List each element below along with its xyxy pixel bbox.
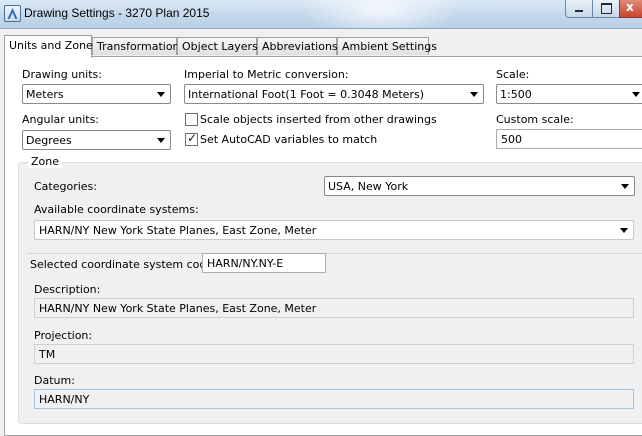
conversion-dropdown[interactable]: International Foot(1 Foot = 0.3048 Meter… <box>184 84 484 104</box>
tab-ambient-settings[interactable]: Ambient Settings <box>337 37 437 55</box>
tab-object-layers[interactable]: Object Layers <box>177 37 258 55</box>
scale-label: Scale: <box>496 68 530 81</box>
minimize-button[interactable] <box>565 0 593 18</box>
scale-objects-label[interactable]: Scale objects inserted from other drawin… <box>200 113 437 126</box>
categories-dropdown[interactable]: USA, New York <box>324 176 635 196</box>
chevron-down-icon <box>157 138 165 143</box>
scale-dropdown[interactable]: 1:500 <box>496 84 642 104</box>
conversion-value: International Foot(1 Foot = 0.3048 Meter… <box>188 88 424 101</box>
categories-label: Categories: <box>34 180 97 193</box>
available-systems-value: HARN/NY New York State Planes, East Zone… <box>39 224 317 237</box>
set-autocad-variables-checkbox[interactable]: ✓ <box>185 131 198 146</box>
chevron-down-icon <box>470 92 478 97</box>
angular-units-dropdown[interactable]: Degrees <box>22 130 171 150</box>
zone-legend: Zone <box>28 155 63 168</box>
zone-group <box>18 162 642 424</box>
title-bar-glow <box>300 0 460 28</box>
projection-label: Projection: <box>34 329 93 342</box>
conversion-label: Imperial to Metric conversion: <box>184 68 349 81</box>
projection-field: TM <box>34 344 634 364</box>
custom-scale-label: Custom scale: <box>496 113 574 126</box>
angular-units-label: Angular units: <box>22 113 100 126</box>
description-label: Description: <box>34 283 101 296</box>
autocad-app-icon[interactable] <box>4 5 21 22</box>
zone-separator <box>26 253 642 254</box>
description-field: HARN/NY New York State Planes, East Zone… <box>34 298 634 318</box>
minimize-icon <box>575 10 583 12</box>
available-systems-dropdown[interactable]: HARN/NY New York State Planes, East Zone… <box>34 220 634 240</box>
close-button[interactable]: x <box>619 0 642 18</box>
datum-label: Datum: <box>34 374 75 387</box>
window-title: Drawing Settings - 3270 Plan 2015 <box>24 6 210 20</box>
set-autocad-variables-label[interactable]: Set AutoCAD variables to match <box>200 133 377 146</box>
checkmark-icon: ✓ <box>187 131 198 145</box>
selected-code-input[interactable]: HARN/NY.NY-E <box>202 253 326 273</box>
tab-units-and-zone[interactable]: Units and Zone <box>4 35 93 58</box>
selected-code-value: HARN/NY.NY-E <box>207 257 284 270</box>
custom-scale-input[interactable]: 500 <box>496 129 642 149</box>
datum-value: HARN/NY <box>39 393 90 406</box>
tab-transformation[interactable]: Transformation <box>92 37 180 55</box>
chevron-down-icon <box>632 92 640 97</box>
chevron-down-icon <box>157 92 165 97</box>
categories-value: USA, New York <box>328 180 409 193</box>
selected-code-label: Selected coordinate system code: <box>30 258 217 271</box>
custom-scale-value: 500 <box>501 133 522 146</box>
title-bar[interactable]: Drawing Settings - 3270 Plan 2015 x <box>0 0 642 29</box>
description-value: HARN/NY New York State Planes, East Zone… <box>39 302 317 315</box>
maximize-icon <box>601 3 612 14</box>
scale-value: 1:500 <box>500 88 532 101</box>
maximize-button[interactable] <box>592 0 620 18</box>
angular-units-value: Degrees <box>26 134 72 147</box>
tab-abbreviations[interactable]: Abbreviations <box>257 37 338 55</box>
projection-value: TM <box>39 348 56 361</box>
chevron-down-icon <box>620 228 628 233</box>
close-icon: x <box>626 0 634 14</box>
datum-field: HARN/NY <box>34 389 634 409</box>
drawing-units-value: Meters <box>26 88 64 101</box>
scale-objects-checkbox[interactable] <box>185 113 198 126</box>
chevron-down-icon <box>621 184 629 189</box>
drawing-units-label: Drawing units: <box>22 68 102 81</box>
drawing-units-dropdown[interactable]: Meters <box>22 84 171 104</box>
available-systems-label: Available coordinate systems: <box>34 203 199 216</box>
